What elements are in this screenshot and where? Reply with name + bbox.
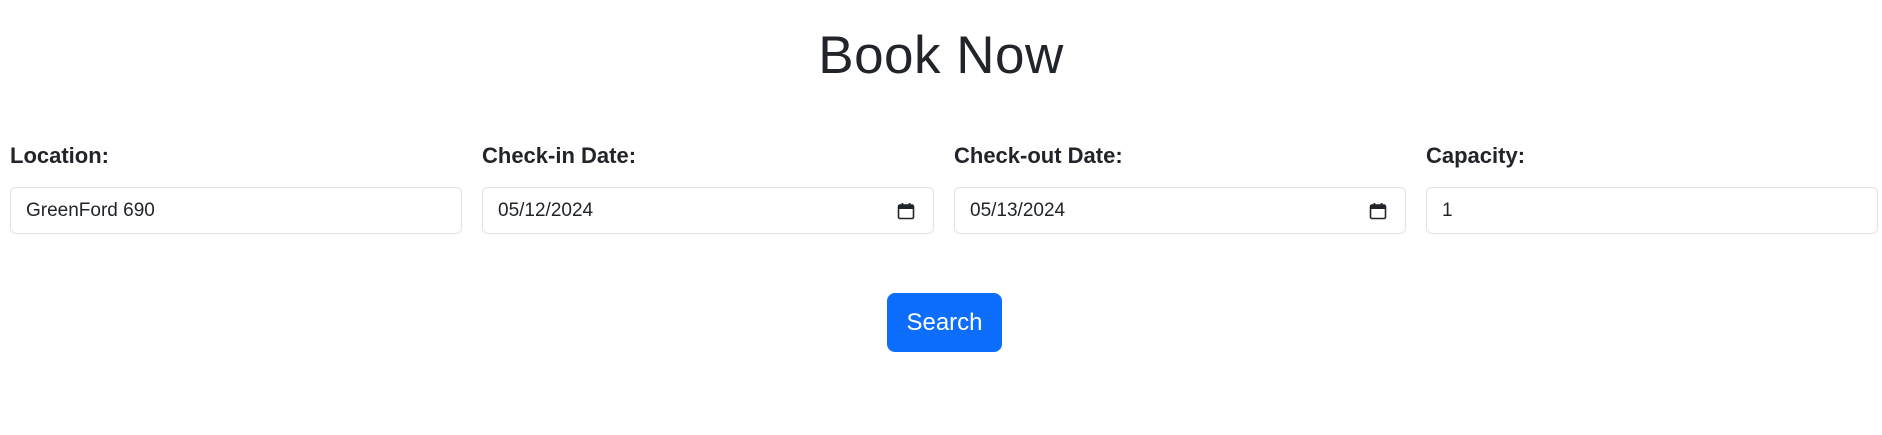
checkin-field-group: Check-in Date: 05/12/2024 — [482, 140, 934, 234]
search-button[interactable]: Search — [887, 293, 1002, 352]
page-title: Book Now — [818, 26, 1064, 85]
capacity-input[interactable]: 1 — [1426, 187, 1878, 234]
capacity-field-group: Capacity: 1 — [1426, 140, 1878, 234]
booking-page: Book Now Location: GreenFord 690 Check-i… — [0, 0, 1882, 435]
location-label: Location: — [10, 143, 109, 168]
checkin-date-input[interactable]: 05/12/2024 — [482, 187, 934, 234]
calendar-icon[interactable] — [897, 202, 915, 220]
capacity-label: Capacity: — [1426, 143, 1526, 168]
location-value: GreenFord 690 — [26, 199, 155, 221]
checkin-label: Check-in Date: — [482, 143, 637, 168]
calendar-icon[interactable] — [1369, 202, 1387, 220]
checkout-date-input[interactable]: 05/13/2024 — [954, 187, 1406, 234]
location-field-group: Location: GreenFord 690 — [10, 140, 462, 234]
checkin-value: 05/12/2024 — [498, 199, 594, 221]
capacity-value: 1 — [1442, 199, 1453, 221]
checkout-value: 05/13/2024 — [970, 199, 1066, 221]
checkout-field-group: Check-out Date: 05/13/2024 — [954, 140, 1406, 234]
checkout-label: Check-out Date: — [954, 143, 1123, 168]
location-input[interactable]: GreenFord 690 — [10, 187, 462, 234]
